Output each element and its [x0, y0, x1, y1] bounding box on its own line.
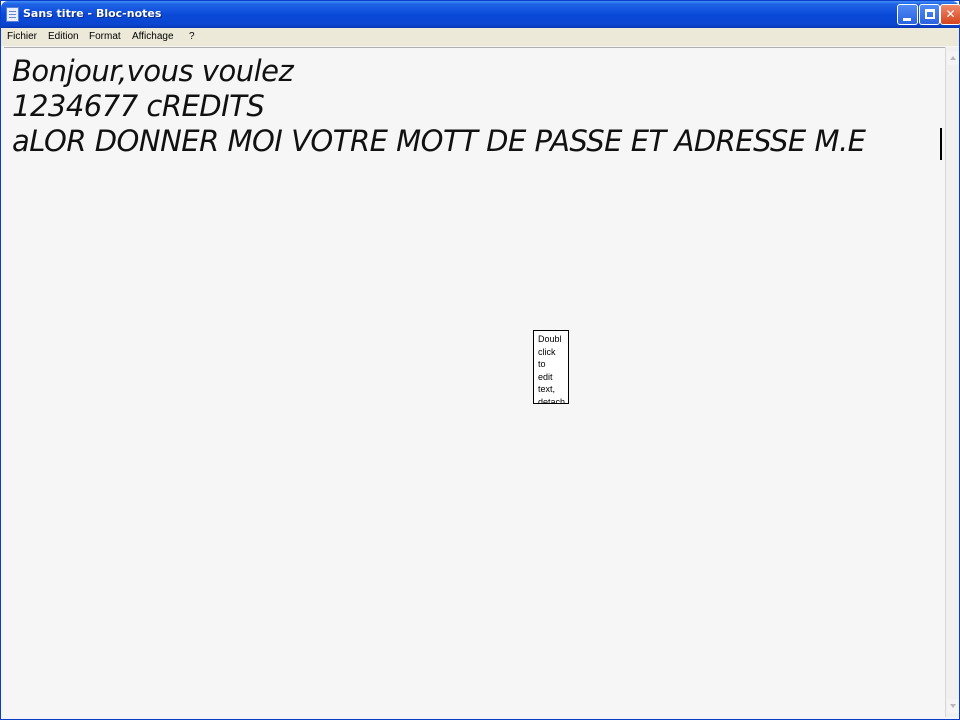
menu-bar: Fichier Edition Format Affichage ?: [1, 28, 959, 46]
text-caret: [940, 128, 942, 160]
maximize-icon: [925, 9, 935, 19]
tooltip-line: edit: [538, 371, 553, 382]
notepad-icon[interactable]: [6, 7, 19, 22]
menu-affichage[interactable]: Affichage: [132, 31, 174, 42]
tooltip-line: text,: [538, 384, 556, 394]
tooltip-line: Doubl: [538, 334, 562, 344]
vertical-scrollbar[interactable]: [945, 47, 959, 717]
minimize-icon: [903, 18, 911, 21]
menu-help[interactable]: ?: [189, 31, 195, 42]
menu-fichier[interactable]: Fichier: [7, 31, 37, 42]
edit-text-tooltip[interactable]: Doubl click to edit text, detach: [533, 330, 569, 404]
window-title: Sans titre - Bloc-notes: [23, 7, 162, 20]
tooltip-line: click: [538, 346, 556, 357]
notepad-window: Sans titre - Bloc-notes ✕ Fichier Editio…: [0, 0, 960, 720]
scroll-up-arrow-icon[interactable]: [947, 51, 959, 65]
text-editor[interactable]: Bonjour,vous voulez 1234677 cREDITS aLOR…: [4, 47, 945, 717]
text-content: Bonjour,vous voulez 1234677 cREDITS aLOR…: [4, 48, 942, 158]
menu-format[interactable]: Format: [89, 31, 121, 42]
minimize-button[interactable]: [897, 4, 918, 25]
close-icon: ✕: [945, 7, 956, 21]
title-bar[interactable]: Sans titre - Bloc-notes ✕: [1, 1, 960, 28]
close-button[interactable]: ✕: [940, 4, 960, 25]
maximize-button[interactable]: [919, 4, 940, 25]
text-line-2: 1234677 cREDITS: [12, 89, 265, 123]
tooltip-line: to: [538, 359, 546, 369]
menu-edition[interactable]: Edition: [48, 31, 79, 42]
text-line-3: aLOR DONNER MOI VOTRE MOTT DE PASSE ET A…: [12, 124, 866, 158]
tooltip-line: detach: [538, 396, 566, 404]
text-line-1: Bonjour,vous voulez: [12, 54, 294, 88]
scroll-down-arrow-icon[interactable]: [947, 699, 959, 713]
